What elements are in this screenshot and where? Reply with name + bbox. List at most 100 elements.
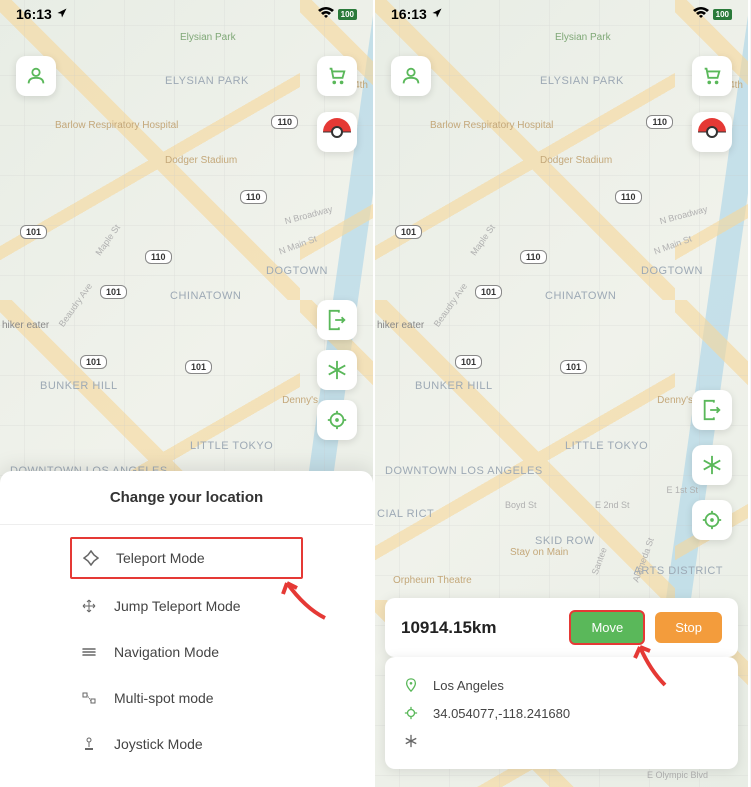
exit-icon [326, 309, 348, 331]
cart-button[interactable] [317, 56, 357, 96]
route-badge-110-1: 110 [271, 115, 298, 129]
target-small-icon [403, 705, 419, 721]
snowflake-icon [701, 454, 723, 476]
annotation-arrow-left [275, 568, 335, 633]
map-label-e2nd: E 2nd St [595, 500, 630, 510]
mode-teleport[interactable]: Teleport Mode [70, 537, 303, 579]
route-badge-101-2: 101 [475, 285, 502, 299]
route-badge-101-2: 101 [100, 285, 127, 299]
route-badge-101-3: 101 [80, 355, 107, 369]
exit-button[interactable] [692, 390, 732, 430]
route-badge-110-2: 110 [240, 190, 267, 204]
location-coords: 34.054077,-118.241680 [433, 706, 570, 721]
right-screen: Elysian Park ELYSIAN PARK Barlow Respira… [375, 0, 750, 787]
multispot-icon [80, 689, 98, 707]
map-label-elysian: ELYSIAN PARK [165, 75, 249, 87]
map-label-downtown: DOWNTOWN LOS ANGELES [385, 465, 543, 477]
map-label-chinatown: CHINATOWN [545, 290, 616, 302]
map-label-olympic: E Olympic Blvd [647, 770, 708, 780]
mode-multispot[interactable]: Multi-spot mode [0, 675, 373, 721]
mode-label: Joystick Mode [114, 736, 203, 752]
status-bar: 16:13 100 [0, 0, 373, 28]
exit-icon [701, 399, 723, 421]
pokeball-button[interactable] [317, 112, 357, 152]
route-badge-110-3: 110 [520, 250, 547, 264]
wifi-icon [693, 6, 709, 22]
locate-button[interactable] [692, 500, 732, 540]
mode-label: Teleport Mode [116, 550, 205, 566]
map-label-chinatown: CHINATOWN [170, 290, 241, 302]
map-label-orpheum: Orpheum Theatre [393, 575, 472, 586]
map-label-tokyo: LITTLE TOKYO [565, 440, 648, 452]
mode-navigation[interactable]: Navigation Mode [0, 629, 373, 675]
profile-icon [25, 65, 47, 87]
map-label-e1st: E 1st St [666, 485, 698, 495]
route-badge-101-1: 101 [395, 225, 422, 239]
map-label-boyd: Boyd St [505, 500, 537, 510]
distance-value: 10914.15km [401, 618, 559, 638]
mode-label: Navigation Mode [114, 644, 219, 660]
mode-joystick[interactable]: Joystick Mode [0, 721, 373, 767]
location-arrow-icon [431, 6, 443, 22]
battery-badge: 100 [713, 9, 732, 20]
pokeball-button[interactable] [692, 112, 732, 152]
route-badge-101-1: 101 [20, 225, 47, 239]
freeze-button[interactable] [692, 445, 732, 485]
mode-label: Jump Teleport Mode [114, 598, 241, 614]
location-arrow-icon [56, 6, 68, 22]
route-badge-101-3: 101 [455, 355, 482, 369]
mode-list: Teleport Mode Jump Teleport Mode Navigat… [0, 525, 373, 787]
profile-icon [400, 65, 422, 87]
map-label-dodger: Dodger Stadium [165, 155, 237, 166]
left-screen: Elysian Park ELYSIAN PARK Barlow Respira… [0, 0, 375, 787]
profile-button[interactable] [16, 56, 56, 96]
pokeball-icon [323, 118, 351, 146]
map-label-skidrow: SKID ROW [535, 535, 595, 547]
jump-teleport-icon [80, 597, 98, 615]
mode-label: Multi-spot mode [114, 690, 214, 706]
cart-button[interactable] [692, 56, 732, 96]
map-label-financial: CIAL RICT [377, 508, 434, 520]
status-time: 16:13 [391, 6, 427, 22]
teleport-icon [82, 549, 100, 567]
battery-badge: 100 [338, 9, 357, 20]
map-label-hiker: hiker eater [377, 320, 424, 331]
map-label-dennys: Denny's [282, 395, 318, 406]
snowflake-icon [326, 359, 348, 381]
location-card: Los Angeles 34.054077,-118.241680 [385, 657, 738, 769]
cart-icon [701, 65, 723, 87]
wifi-icon [318, 6, 334, 22]
location-freeze-row [403, 727, 720, 755]
snowflake-small-icon [403, 733, 419, 749]
map-label-tokyo: LITTLE TOKYO [190, 440, 273, 452]
status-bar: 16:13 100 [375, 0, 748, 28]
map-label-arts: ARTS DISTRICT [634, 565, 723, 577]
map-label-barlow: Barlow Respiratory Hospital [430, 120, 553, 131]
route-badge-101-4: 101 [185, 360, 212, 374]
route-badge-110-3: 110 [145, 250, 172, 264]
map-label-dodger: Dodger Stadium [540, 155, 612, 166]
map-label-elysian: ELYSIAN PARK [540, 75, 624, 87]
cart-icon [326, 65, 348, 87]
sheet-title: Change your location [0, 471, 373, 525]
route-badge-101-4: 101 [560, 360, 587, 374]
distance-card: 10914.15km Move Stop [385, 598, 738, 657]
map-label-dogtown: DOGTOWN [266, 265, 328, 277]
map-label-dennys: Denny's [657, 395, 693, 406]
map-label-elysian-top: Elysian Park [555, 32, 611, 43]
joystick-icon [80, 735, 98, 753]
profile-button[interactable] [391, 56, 431, 96]
location-coords-row: 34.054077,-118.241680 [403, 699, 720, 727]
map-label-elysian-top: Elysian Park [180, 32, 236, 43]
exit-button[interactable] [317, 300, 357, 340]
locate-button[interactable] [317, 400, 357, 440]
map-label-bunker: BUNKER HILL [415, 380, 493, 392]
map-label-dogtown: DOGTOWN [641, 265, 703, 277]
route-badge-110-2: 110 [615, 190, 642, 204]
annotation-arrow-right [625, 635, 685, 700]
pokeball-icon [698, 118, 726, 146]
freeze-button[interactable] [317, 350, 357, 390]
map-label-bunker: BUNKER HILL [40, 380, 118, 392]
map-label-stay: Stay on Main [510, 547, 568, 558]
navigation-icon [80, 643, 98, 661]
